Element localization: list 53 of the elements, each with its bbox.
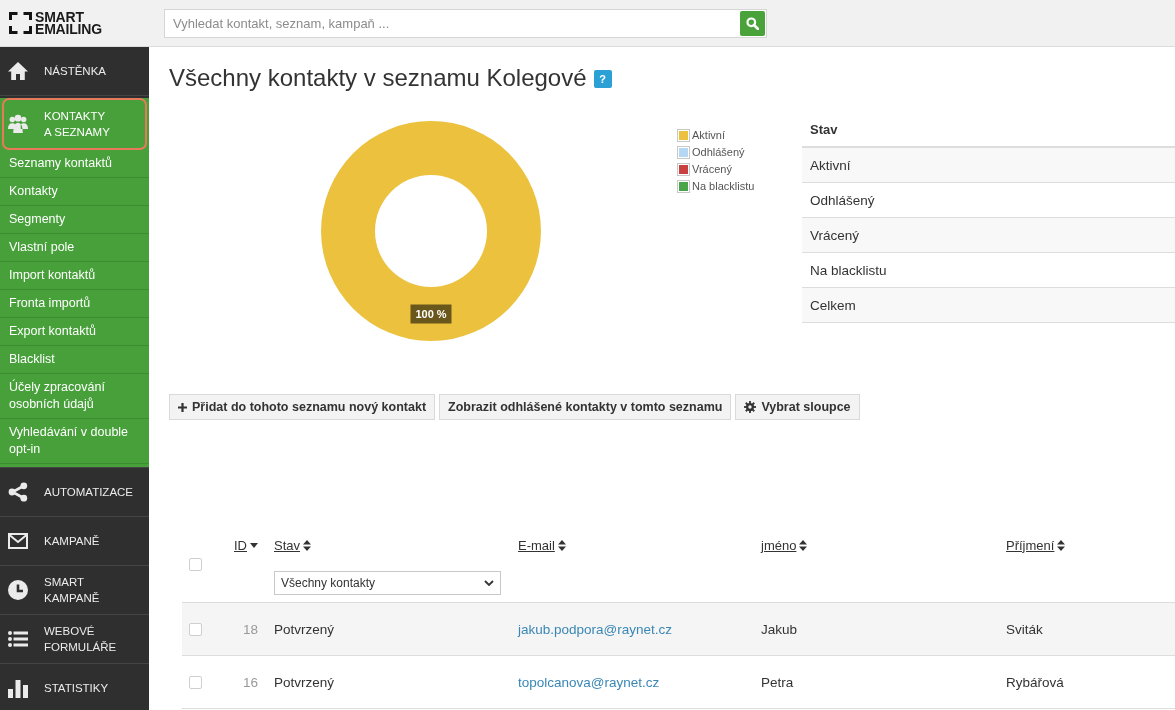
column-header[interactable]: jméno <box>761 537 797 553</box>
column-header[interactable]: E-mail <box>518 537 555 553</box>
sidebar-item[interactable]: AUTOMATIZACE <box>0 468 149 517</box>
clock-icon <box>8 580 28 600</box>
table-cell-text: 16 <box>241 674 259 690</box>
gear-icon <box>744 401 757 413</box>
value-label: 100 % <box>410 304 452 324</box>
table-cell-text: 18 <box>241 621 259 637</box>
page-title: Všechny kontakty v seznamu Kolegové <box>169 63 587 93</box>
checkbox[interactable] <box>189 622 202 636</box>
legend-label: Aktivní <box>692 128 725 142</box>
table-cell: Vrácený <box>802 218 1175 253</box>
column-header[interactable]: Příjmení <box>1006 537 1055 553</box>
table-cell-text: Sviták <box>1005 621 1044 637</box>
sidebar-item[interactable]: KAMPANĚ <box>0 517 149 566</box>
search-field[interactable]: Vyhledat kontakt, seznam, kampaň ... <box>164 8 767 38</box>
status-filter-dropdown[interactable]: Všechny kontakty <box>274 571 501 595</box>
legend-label: Odhlášený <box>692 145 745 159</box>
table-cell-text: Potvrzený <box>273 674 336 690</box>
table-cell-text: Potvrzený <box>273 621 336 637</box>
people-icon <box>8 114 28 134</box>
toolbar-button[interactable]: Vybrat sloupce <box>735 394 860 420</box>
column-header[interactable]: ID <box>234 537 247 553</box>
data-label: 100 % <box>415 308 447 320</box>
envelope-icon <box>8 531 28 551</box>
search-button[interactable] <box>740 10 765 36</box>
table-cell-text: Rybářová <box>1005 674 1065 690</box>
checkbox[interactable] <box>189 675 202 689</box>
column-header[interactable]: Stav <box>274 537 300 553</box>
toolbar-button[interactable]: Zobrazit odhlášené kontakty v tomto seznamu <box>439 394 732 420</box>
house-icon <box>8 61 28 81</box>
table-cell: Celkem <box>802 288 1175 323</box>
list-icon <box>8 629 28 649</box>
table-cell: Aktivní <box>802 148 1175 183</box>
sidebar-item[interactable]: NÁSTĚNKA <box>0 47 149 96</box>
bracket-logo-icon <box>9 12 32 34</box>
share-icon <box>8 482 28 502</box>
chevron-down-icon <box>484 580 494 586</box>
logo-text: SMART EMAILING <box>35 10 102 36</box>
legend-label: Na blacklistu <box>692 179 755 193</box>
sidebar-item[interactable]: SMART KAMPANĚ <box>0 566 149 615</box>
sidebar-item[interactable]: STATISTIKY <box>0 664 149 710</box>
table-cell-text: Jakub <box>760 621 799 637</box>
plus-icon <box>178 402 187 412</box>
legend-label: Vrácený <box>692 162 732 176</box>
email-link[interactable]: jakub.podpora@raynet.cz <box>518 621 673 637</box>
email-link[interactable]: topolcanova@raynet.cz <box>518 674 660 690</box>
checkbox[interactable] <box>189 557 202 571</box>
toolbar-button[interactable]: Přidat do tohoto seznamu nový kontakt <box>169 394 436 420</box>
bar-chart-icon <box>8 678 28 698</box>
sidebar-item[interactable]: WEBOVÉ FORMULÁŘE <box>0 615 149 664</box>
search-icon <box>746 16 759 30</box>
table-cell-text: Petra <box>760 674 795 690</box>
